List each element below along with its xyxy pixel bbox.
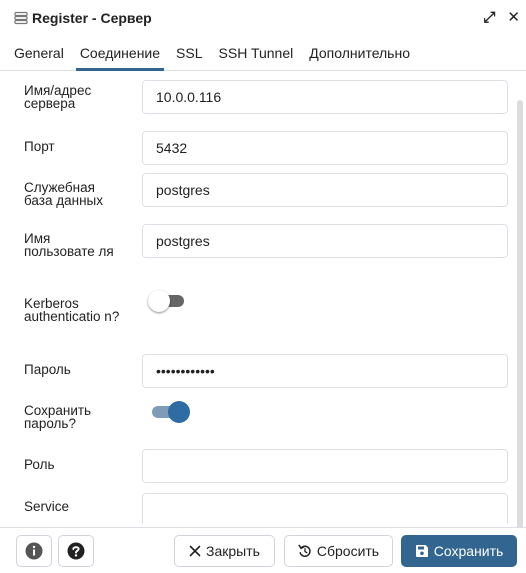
tab-bar: General Соединение SSL SSH Tunnel Дополн… [0, 36, 526, 71]
dialog-title: Register - Сервер [32, 10, 152, 26]
dialog-footer: Закрыть Сбросить Сохранить [0, 527, 526, 573]
host-input[interactable]: 10.0.0.116 [142, 80, 508, 114]
server-icon [14, 11, 28, 25]
reset-icon [298, 544, 312, 558]
role-label: Роль [24, 457, 55, 472]
maintenance-db-input[interactable]: postgres [142, 173, 508, 207]
port-label: Порт [24, 139, 55, 154]
reset-button[interactable]: Сбросить [284, 535, 393, 567]
tab-general[interactable]: General [6, 36, 72, 70]
service-label: Service [24, 499, 70, 514]
tab-advanced[interactable]: Дополнительно [301, 36, 418, 70]
tab-ssl[interactable]: SSL [168, 36, 210, 70]
role-input[interactable] [142, 449, 508, 483]
password-label: Пароль [24, 362, 71, 377]
save-password-label: Сохранить пароль? [24, 403, 92, 431]
connection-form: Имя/адрес сервера 10.0.0.116 Порт 5432 С… [0, 72, 526, 524]
tab-ssh-tunnel[interactable]: SSH Tunnel [211, 36, 302, 70]
dialog-titlebar: Register - Сервер ⤢ ✕ [0, 0, 526, 36]
kerberos-label: Kerberos authenticatio n? [24, 296, 120, 324]
save-button[interactable]: Сохранить [401, 535, 517, 567]
password-input[interactable]: •••••••••••• [142, 354, 508, 388]
save-password-toggle[interactable] [148, 401, 190, 423]
info-button[interactable] [16, 535, 52, 567]
reset-button-label: Сбросить [316, 543, 380, 559]
help-button[interactable] [58, 535, 94, 567]
form-scrollbar[interactable] [517, 100, 523, 530]
save-button-label: Сохранить [433, 543, 504, 559]
help-icon [67, 542, 85, 560]
host-label: Имя/адрес сервера [24, 83, 92, 111]
info-icon [25, 542, 43, 560]
kerberos-toggle[interactable] [148, 290, 186, 312]
toggle-knob [168, 401, 190, 423]
save-icon [415, 544, 429, 558]
close-button[interactable]: Закрыть [174, 535, 275, 567]
service-input[interactable] [142, 493, 508, 524]
close-x-icon [189, 545, 201, 557]
username-label: Имя пользовате ля [24, 231, 114, 259]
maintenance-db-label: Служебная база данных [24, 180, 103, 208]
expand-icon[interactable]: ⤢ [483, 9, 495, 27]
port-input[interactable]: 5432 [142, 131, 508, 165]
close-icon[interactable]: ✕ [507, 9, 520, 27]
username-input[interactable]: postgres [142, 224, 508, 258]
close-button-label: Закрыть [206, 543, 260, 559]
toggle-knob [148, 290, 170, 312]
tab-connection[interactable]: Соединение [72, 36, 168, 71]
